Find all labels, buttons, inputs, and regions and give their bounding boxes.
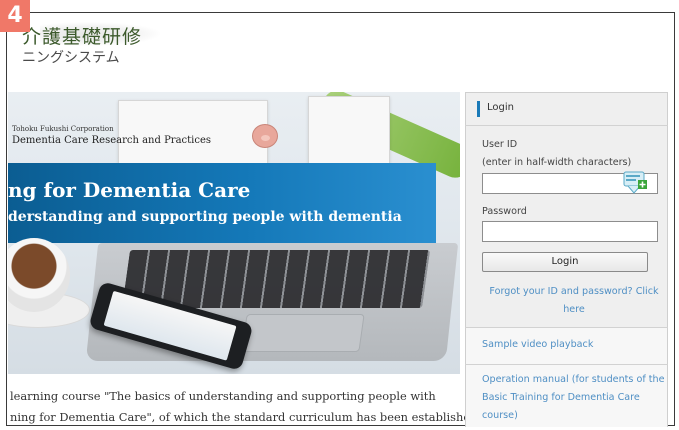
corporation-label: Tohoku Fukushi Corporation (12, 125, 114, 133)
login-accent-bar (477, 101, 480, 117)
logo-title: 介護基礎研修 (22, 26, 143, 48)
banner-title: ng for Dementia Care (8, 178, 251, 202)
logo-subtitle: ニングシステム (22, 50, 120, 66)
pig-figurine (252, 124, 278, 148)
intro-text-line: learning course "The basics of understan… (10, 389, 436, 403)
user-id-hint: (enter in half-width characters) (482, 157, 632, 168)
login-heading: Login (487, 102, 514, 113)
hero-image: Tohoku Fukushi Corporation Dementia Care… (8, 92, 460, 374)
hero-document-card (118, 100, 268, 164)
step-badge: 4 (0, 0, 30, 32)
banner-subtitle: derstanding and supporting people with d… (8, 209, 402, 225)
hero-banner (8, 163, 436, 243)
laptop-touchpad (241, 314, 365, 352)
practice-label: Dementia Care Research and Practices (12, 135, 212, 146)
password-manager-icon[interactable] (622, 168, 648, 196)
login-panel-header: Login (465, 92, 668, 126)
user-id-label: User ID (482, 139, 518, 150)
login-button[interactable]: Login (482, 252, 648, 272)
sample-video-link[interactable]: Sample video playback (482, 336, 666, 354)
password-input[interactable] (482, 221, 658, 242)
operation-manual-link[interactable]: Operation manual (for students of the Ba… (482, 371, 666, 425)
password-label: Password (482, 206, 527, 217)
intro-text-line: ning for Dementia Care", of which the st… (10, 410, 478, 424)
forgot-credentials-link[interactable]: Forgot your ID and password? Click here (482, 283, 666, 319)
hero-document-card (308, 96, 390, 164)
